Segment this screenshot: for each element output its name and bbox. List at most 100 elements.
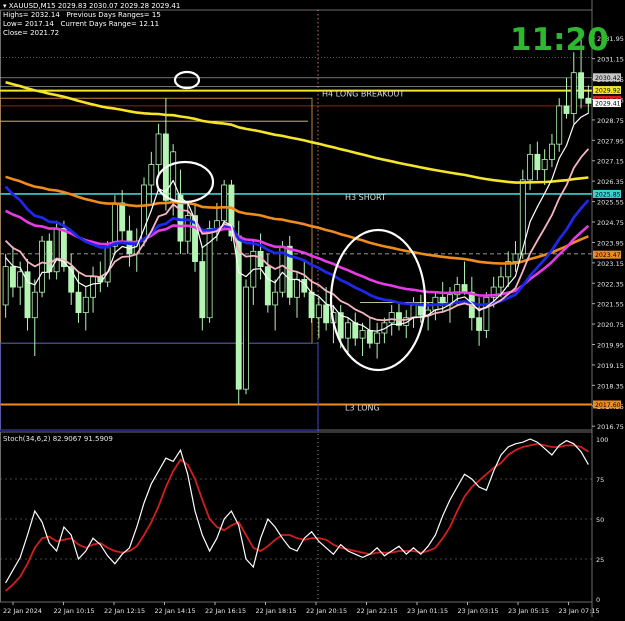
price-tag-label: 2029.92 xyxy=(595,88,621,95)
candle-body xyxy=(352,322,359,339)
annotation-circle-large xyxy=(329,228,427,372)
close-row: Close= 2021.72 xyxy=(3,29,59,37)
y-tick-label: 2028.75 xyxy=(597,117,624,125)
candle-body xyxy=(366,330,373,344)
chart-window: H4 LONG BREAKOUT H3 SHORT L3 LONG 2031.95 2… xyxy=(0,0,625,617)
curr-ranges-text: Current Days Range= 12.11 xyxy=(60,20,160,28)
prev-ranges-text: Previous Days Ranges= 15 xyxy=(66,11,161,19)
candle-body xyxy=(243,286,249,390)
price-tag-label: 2029.41 xyxy=(595,101,621,108)
candle-body xyxy=(155,133,162,165)
price-tag-label: 2025.85 xyxy=(595,191,621,198)
candle-body xyxy=(476,317,483,331)
candle-body xyxy=(272,291,279,306)
x-tick-label: 22 Jan 22:15 xyxy=(357,607,398,615)
stoch-panel-border xyxy=(0,431,593,603)
annotation-circle-small xyxy=(173,70,201,90)
candle-body xyxy=(388,312,395,324)
x-tick-label: 22 Jan 16:15 xyxy=(205,607,246,615)
candle-body xyxy=(53,227,60,273)
candle-body xyxy=(563,105,570,114)
candle-body xyxy=(308,291,315,319)
y-tick-label: 2027.95 xyxy=(597,137,624,145)
candle-body xyxy=(264,266,271,306)
x-tick-label: 22 Jan 14:15 xyxy=(155,607,196,615)
candle-body xyxy=(221,184,228,222)
close-text: Close= 2021.72 xyxy=(3,29,60,37)
x-tick-label: 23 Jan 01:15 xyxy=(407,607,448,615)
price-tag-label: 2030.42 xyxy=(595,75,621,82)
candle-body xyxy=(39,240,46,293)
lows-row: Low= 2017.14 Current Days Range= 12.11 xyxy=(3,20,159,28)
x-tick-label: 22 Jan 18:15 xyxy=(256,607,297,615)
level-h4-long-breakout-label: H4 LONG BREAKOUT xyxy=(322,90,404,99)
symbol-text: XAUUSD,M15 xyxy=(8,2,56,10)
y-tick-label: 2023.15 xyxy=(597,260,624,268)
y-tick-label: 2026.35 xyxy=(597,178,624,186)
candle-body xyxy=(527,153,534,181)
symbol-label: ▾ XAUUSD,M15 2029.83 2030.07 2029.28 202… xyxy=(3,2,181,10)
candle-body xyxy=(548,143,555,160)
candle-body xyxy=(119,202,126,232)
candle-body xyxy=(82,296,89,314)
stoch-signal-line xyxy=(5,442,589,592)
candle-body xyxy=(410,304,417,319)
ema-yellow-line xyxy=(5,80,589,184)
clock: 11:20 xyxy=(510,22,609,58)
candle-body xyxy=(483,296,490,331)
y-tick-label: 2022.35 xyxy=(597,280,624,288)
candle-body xyxy=(345,322,351,339)
main-panel-border xyxy=(0,9,593,431)
x-tick-label: 22 Jan 10:15 xyxy=(54,607,95,615)
candle-body xyxy=(417,304,424,316)
candle-body xyxy=(461,284,468,293)
stoch-y-tick-label: 25 xyxy=(596,556,604,564)
price-tag-label: 2023.47 xyxy=(595,252,621,259)
stoch-y-tick-label: 0 xyxy=(596,596,600,604)
lows-text: Low= 2017.14 xyxy=(3,20,54,28)
candle-body xyxy=(75,291,82,314)
y-tick-label: 2027.15 xyxy=(597,158,624,166)
y-tick-label: 2018.35 xyxy=(597,382,624,390)
candle-body xyxy=(111,202,118,247)
x-tick-label: 23 Jan 07:15 xyxy=(559,607,600,615)
candle-body xyxy=(578,72,585,99)
candle-body xyxy=(2,266,9,306)
level-l3-long-label: L3 LONG xyxy=(345,403,380,412)
y-tick-label: 2025.55 xyxy=(597,199,624,207)
y-tick-label: 2021.55 xyxy=(597,301,624,309)
y-tick-label: 2024.75 xyxy=(597,219,624,227)
candle-body xyxy=(585,97,592,104)
price-tag-label: 2017.60 xyxy=(595,402,621,409)
x-tick-label: 22 Jan 12:15 xyxy=(104,607,145,615)
candle-body xyxy=(498,276,504,288)
level-h3-short-label: H3 SHORT xyxy=(345,193,386,202)
stoch-main-line xyxy=(5,438,589,584)
y-tick-label: 2019.15 xyxy=(597,362,624,370)
candle-body xyxy=(359,330,366,339)
candle-body xyxy=(17,271,24,288)
x-tick-label: 22 Jan 20:15 xyxy=(306,607,347,615)
candle-body xyxy=(556,105,563,145)
y-tick-label: 2020.75 xyxy=(597,321,624,329)
x-tick-label: 22 Jan 2024 xyxy=(3,607,42,615)
chart-canvas: H4 LONG BREAKOUTH3 SHORTL3 LONG 2031.952… xyxy=(0,0,625,617)
stoch-y-tick-label: 100 xyxy=(596,436,608,444)
candle-body xyxy=(315,304,322,319)
candle-body xyxy=(199,261,206,319)
stoch-y-tick-label: 50 xyxy=(596,516,604,524)
range-box-lower xyxy=(0,342,319,431)
candle-body xyxy=(541,159,548,171)
candle-body xyxy=(46,240,53,273)
y-tick-label: 2019.95 xyxy=(597,342,624,350)
y-tick-label: 2023.95 xyxy=(597,239,624,247)
candle-body xyxy=(534,153,541,171)
y-tick-label: 2016.75 xyxy=(597,423,624,431)
candle-body xyxy=(104,245,111,283)
candle-body xyxy=(9,266,16,288)
stoch-y-tick-label: 75 xyxy=(596,476,604,484)
ohlc-text: 2029.83 2030.07 2029.28 2029.41 xyxy=(57,2,181,10)
stoch-title: Stoch(34,6,2) 82.9067 91.5909 xyxy=(3,435,113,443)
highs-row: Highs= 2032.14 Previous Days Ranges= 15 xyxy=(3,11,161,19)
candle-body xyxy=(570,72,577,114)
